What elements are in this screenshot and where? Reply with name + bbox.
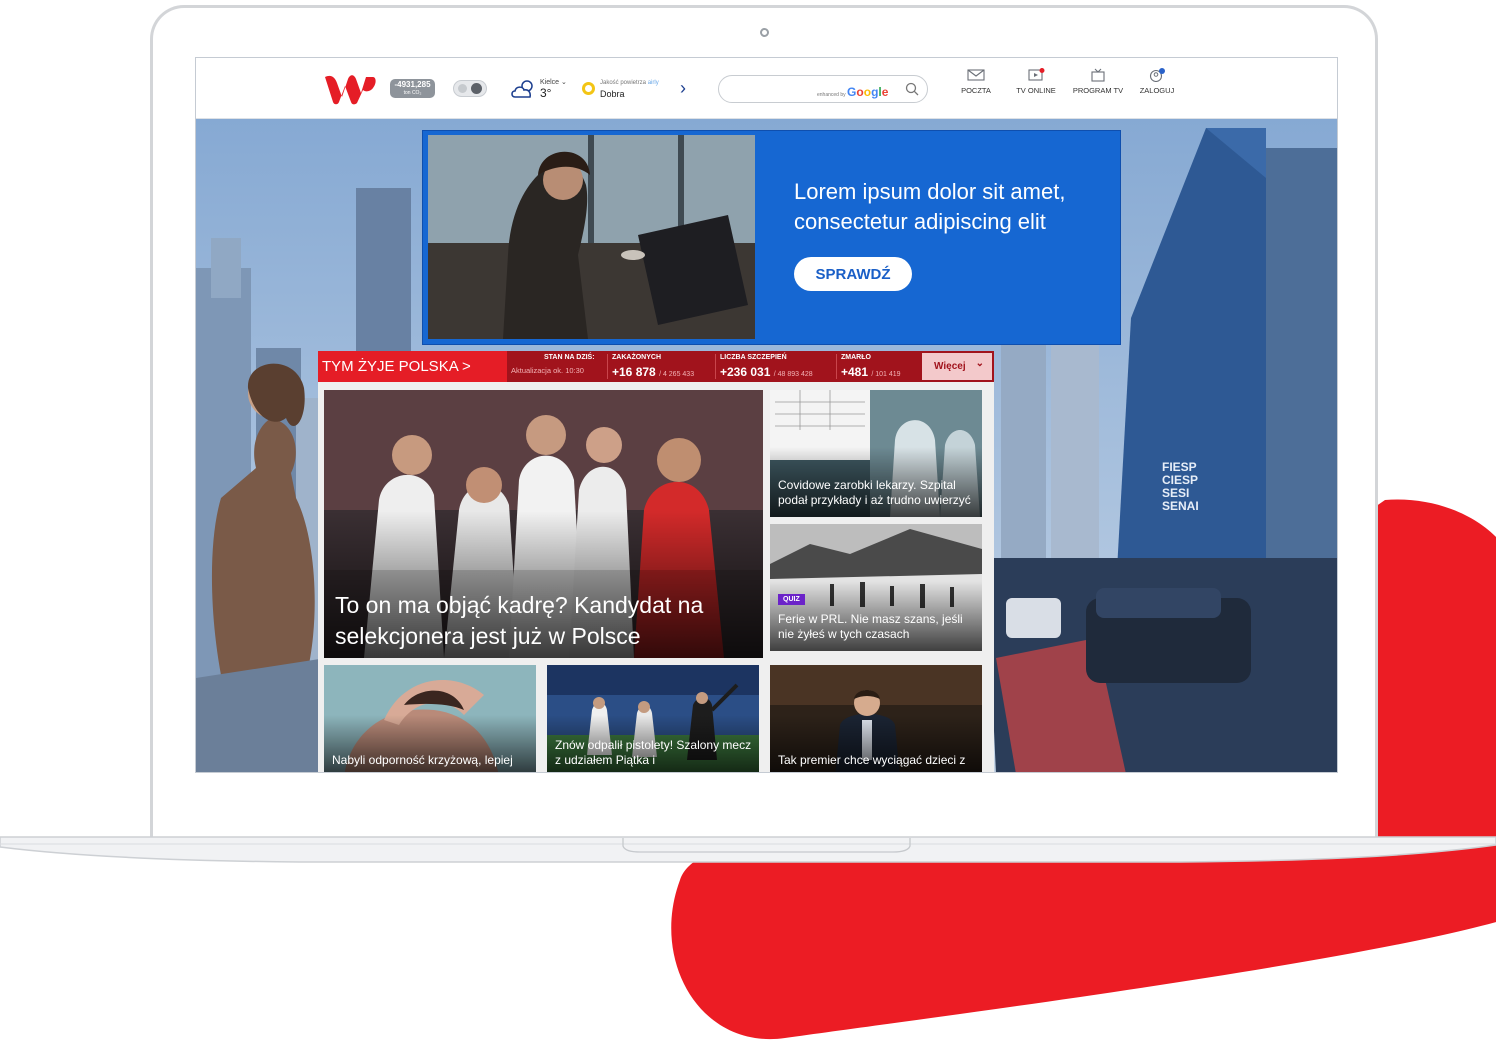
- news-card-match[interactable]: Znów odpalił pistolety! Szalony mecz z u…: [547, 665, 759, 772]
- stat-deaths: +481 / 101 419: [841, 365, 901, 379]
- air-quality-icon: [582, 82, 595, 95]
- more-button[interactable]: Więcej ⌄: [922, 353, 992, 380]
- user-icon: [1149, 68, 1165, 82]
- stat-vaccinations: +236 031 / 48 893 428: [720, 365, 813, 379]
- webcam-icon: [760, 28, 769, 37]
- ad-photo-woman-laptop: [428, 135, 755, 339]
- theme-toggle[interactable]: [453, 80, 487, 97]
- enhanced-by-google: enhanced by Google: [817, 85, 889, 99]
- chevron-down-icon: ⌄: [975, 358, 984, 369]
- stat-label: ZAKAŻONYCH: [612, 354, 661, 361]
- stat-label: ZMARŁO: [841, 354, 871, 361]
- news-grid: To on ma objąć kadrę? Kandydat na selekc…: [318, 382, 994, 772]
- wp-logo[interactable]: [323, 71, 377, 105]
- tv-icon: [1091, 68, 1105, 82]
- ticker-divider: [607, 354, 608, 379]
- co2-counter-badge[interactable]: -4931,285 ton CO₂: [390, 79, 435, 98]
- ticker-divider: [715, 354, 716, 379]
- quiz-badge: QUIZ: [778, 594, 805, 605]
- nav-label: PROGRAM TV: [1072, 86, 1124, 95]
- stat-infected: +16 878 / 4 265 433: [612, 365, 695, 379]
- toggle-off-knob: [458, 84, 467, 93]
- news-card-quiz[interactable]: QUIZ Ferie w PRL. Nie masz szans, jeśli …: [770, 524, 982, 651]
- stat-label: LICZBA SZCZEPIEŃ: [720, 354, 787, 361]
- nav-label: ZALOGUJ: [1139, 86, 1175, 95]
- ad-banner[interactable]: Lorem ipsum dolor sit amet, consectetur …: [422, 130, 1121, 345]
- ticker-state-label: STAN NA DZIŚ:: [544, 354, 595, 361]
- nav-zaloguj[interactable]: ZALOGUJ: [1136, 68, 1178, 95]
- search-input[interactable]: [729, 81, 813, 99]
- news-card-premier[interactable]: Tak premier chce wyciągać dzieci z: [770, 665, 982, 772]
- ad-headline: Lorem ipsum dolor sit amet, consectetur …: [794, 179, 1066, 234]
- toggle-knob: [471, 83, 482, 94]
- main-news-card[interactable]: To on ma objąć kadrę? Kandydat na selekc…: [324, 390, 763, 658]
- nav-label: TV ONLINE: [1016, 86, 1056, 95]
- weather-temperature: 3°: [540, 86, 552, 100]
- airly-logo: airly: [647, 80, 659, 86]
- ticker-divider: [836, 354, 837, 379]
- search-box[interactable]: enhanced by Google: [718, 75, 928, 103]
- nav-tv-online[interactable]: TV ONLINE: [1013, 68, 1059, 95]
- cloud-sun-icon[interactable]: [510, 78, 538, 100]
- air-quality-label: Jakość powietrza airly: [600, 80, 659, 86]
- tv-play-icon: [1028, 68, 1045, 81]
- news-card-immunity[interactable]: Nabyli odporność krzyżową, lepiej: [324, 665, 536, 772]
- search-icon[interactable]: [905, 82, 919, 96]
- top-navigation-bar: -4931,285 ton CO₂ Kielce ⌄ 3° Jakość pow…: [196, 58, 1337, 119]
- nav-program-tv[interactable]: PROGRAM TV: [1070, 68, 1126, 95]
- news-card-doctors[interactable]: Covidowe zarobki lekarzy. Szpital podał …: [770, 390, 982, 517]
- headline[interactable]: Ferie w PRL. Nie masz szans, jeśli nie ż…: [778, 612, 976, 642]
- weather-city[interactable]: Kielce ⌄: [540, 78, 567, 86]
- nav-poczta[interactable]: POCZTA: [956, 68, 996, 95]
- mail-icon: [967, 69, 985, 81]
- air-quality-value: Dobra: [600, 89, 625, 99]
- browser-screen: FIESP CIESP SESI SENAI -4931,285 ton CO₂…: [195, 57, 1338, 773]
- headline[interactable]: Znów odpalił pistolety! Szalony mecz z u…: [555, 738, 753, 768]
- covid-ticker: TYM ŻYJE POLSKA > STAN NA DZIŚ: Aktualiz…: [318, 351, 994, 382]
- nav-label: POCZTA: [961, 86, 991, 95]
- main-headline[interactable]: To on ma objąć kadrę? Kandydat na selekc…: [335, 590, 757, 652]
- sprawdz-button[interactable]: SPRAWDŹ: [794, 257, 912, 291]
- headline[interactable]: Nabyli odporność krzyżową, lepiej: [332, 753, 530, 768]
- ticker-update-time: Aktualizacja ok. 10:30: [511, 366, 584, 375]
- laptop-base: [0, 836, 1496, 863]
- headline[interactable]: Tak premier chce wyciągać dzieci z: [778, 753, 976, 768]
- chevron-right-icon[interactable]: ›: [680, 78, 686, 99]
- ticker-title-link[interactable]: TYM ŻYJE POLSKA >: [318, 351, 507, 382]
- headline[interactable]: Covidowe zarobki lekarzy. Szpital podał …: [778, 478, 976, 508]
- building-sign: FIESP CIESP SESI SENAI: [1162, 460, 1199, 513]
